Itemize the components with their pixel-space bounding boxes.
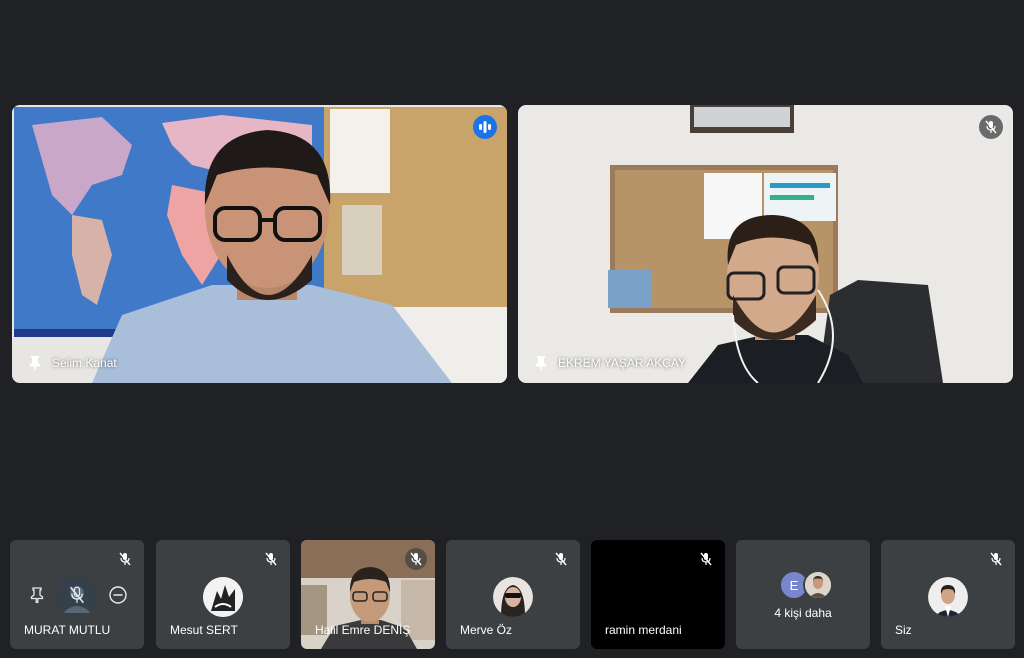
pin-icon[interactable] [30, 587, 44, 603]
mic-off-icon [695, 548, 717, 570]
participant-name-label: Selim Kanat [28, 355, 117, 371]
mic-off-icon [260, 548, 282, 570]
participant-tile-selim-kanat[interactable]: Selim Kanat [12, 105, 507, 383]
mic-off-icon [114, 548, 136, 570]
participant-tile-merve-oz[interactable]: Merve Öz [446, 540, 580, 649]
speaking-indicator-icon [473, 115, 497, 139]
more-participants-label: 4 kişi daha [774, 606, 832, 620]
avatar [803, 570, 833, 600]
avatar [928, 577, 968, 617]
mic-off-icon [985, 548, 1007, 570]
participant-tile-self[interactable]: Siz [881, 540, 1015, 649]
pin-icon[interactable] [28, 355, 42, 371]
mute-participant-icon[interactable] [69, 586, 85, 604]
participant-name: Halil Emre DENİŞ [315, 623, 411, 637]
participant-video [518, 105, 1013, 383]
participant-name: MURAT MUTLU [24, 623, 111, 637]
more-participants-tile[interactable]: E 4 kişi daha [736, 540, 870, 649]
participant-name: Siz [895, 623, 912, 637]
participant-tile-ramin-merdani[interactable]: ramin merdani [591, 540, 725, 649]
participant-name-label: EKREM YAŞAR AKÇAY [534, 355, 686, 371]
mic-off-icon [550, 548, 572, 570]
avatar [493, 577, 533, 617]
pin-icon[interactable] [534, 355, 548, 371]
participant-video [12, 105, 507, 383]
participant-tile-ekrem-yasar-akcay[interactable]: EKREM YAŞAR AKÇAY [518, 105, 1013, 383]
mic-off-icon [979, 115, 1003, 139]
avatar [203, 577, 243, 617]
participant-tile-halil-emre-denis[interactable]: Halil Emre DENİŞ [301, 540, 435, 649]
participant-name: Selim Kanat [52, 356, 117, 370]
participant-tile-murat-mutlu[interactable]: MURAT MUTLU [10, 540, 144, 649]
avatar-initial-letter: E [789, 577, 799, 593]
mic-off-icon [405, 548, 427, 570]
participant-name: ramin merdani [605, 623, 682, 637]
participant-tile-mesut-sert[interactable]: Mesut SERT [156, 540, 290, 649]
participant-name: Mesut SERT [170, 623, 238, 637]
participant-name: Merve Öz [460, 623, 513, 637]
remove-participant-icon[interactable] [108, 585, 128, 605]
participant-name: EKREM YAŞAR AKÇAY [558, 356, 687, 370]
